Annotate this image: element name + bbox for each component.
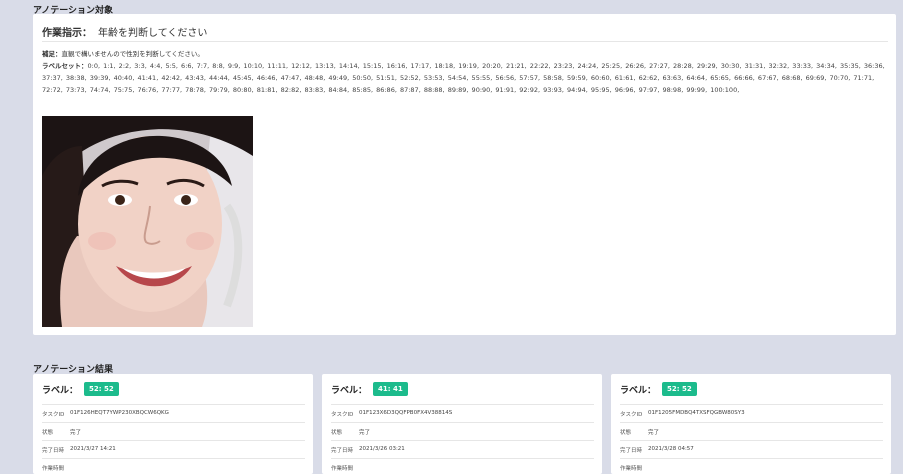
label-badge: 52: 52 (662, 382, 697, 396)
completed-value: 2021/3/27 14:21 (70, 446, 116, 452)
task-id-row: タスクID 01F123X6D3QQFPB0FX4V38814S (331, 404, 594, 419)
completed-key: 完了日時 (331, 448, 354, 454)
note-label: 補足： (42, 50, 62, 58)
status-key: 状態 (42, 430, 54, 436)
divider (42, 41, 888, 42)
status-row: 状態 完了 (42, 422, 305, 437)
completed-row: 完了日時 2021/3/26 03:21 (331, 440, 594, 455)
labelset-label: ラベルセット： (42, 62, 88, 70)
result-card: ラベル： 52: 52 タスクID 01F1205FMDBQ4TXSFQGBW80… (611, 374, 891, 474)
task-id-value: 01F126HEQT7YWP230XBQCW6QKG (70, 410, 169, 416)
completed-key: 完了日時 (42, 448, 65, 454)
task-id-key: タスクID (331, 412, 354, 418)
status-row: 状態 完了 (620, 422, 883, 437)
result-header: ラベル： 52: 52 (620, 382, 697, 396)
completed-row: 完了日時 2021/3/28 04:57 (620, 440, 883, 455)
task-id-key: タスクID (42, 412, 65, 418)
status-value: 完了 (70, 430, 82, 436)
result-header: ラベル： 52: 52 (42, 382, 119, 396)
task-id-row: タスクID 01F126HEQT7YWP230XBQCW6QKG (42, 404, 305, 419)
label-badge: 52: 52 (84, 382, 119, 396)
instruction-row: 作業指示： 年齢を判断してください (42, 24, 207, 39)
status-key: 状態 (620, 430, 632, 436)
task-id-value: 01F123X6D3QQFPB0FX4V38814S (359, 410, 453, 416)
status-value: 完了 (648, 430, 660, 436)
work-time-key: 作業時間 (620, 466, 643, 472)
result-card: ラベル： 52: 52 タスクID 01F126HEQT7YWP230XBQCW6… (33, 374, 313, 474)
instruction-text: 年齢を判断してください (98, 28, 208, 39)
work-time-key: 作業時間 (42, 466, 65, 472)
annotation-target-card: 作業指示： 年齢を判断してください 補足：直観で構いませんので性別を判断してくださ… (33, 14, 896, 335)
completed-value: 2021/3/28 04:57 (648, 446, 694, 452)
label-title: ラベル： (42, 385, 79, 396)
completed-row: 完了日時 2021/3/27 14:21 (42, 440, 305, 455)
label-badge: 41: 41 (373, 382, 408, 396)
result-header: ラベル： 41: 41 (331, 382, 408, 396)
task-id-key: タスクID (620, 412, 643, 418)
status-key: 状態 (331, 430, 343, 436)
label-title: ラベル： (620, 385, 657, 396)
face-portrait-icon (42, 116, 253, 327)
face-image (42, 116, 253, 327)
label-title: ラベル： (331, 385, 368, 396)
labelset-values: 0:0, 1:1, 2:2, 3:3, 4:4, 5:5, 6:6, 7:7, … (42, 62, 885, 95)
note-text: 直観で構いませんので性別を判断してください。 (61, 50, 204, 58)
work-time-key: 作業時間 (331, 466, 354, 472)
labelset: ラベルセット：0:0, 1:1, 2:2, 3:3, 4:4, 5:5, 6:6… (42, 60, 887, 97)
instruction-label: 作業指示： (42, 28, 92, 39)
task-id-value: 01F1205FMDBQ4TXSFQGBW80SY3 (648, 410, 745, 416)
note-row: 補足：直観で構いませんので性別を判断してください。 (42, 48, 204, 58)
task-id-row: タスクID 01F1205FMDBQ4TXSFQGBW80SY3 (620, 404, 883, 419)
status-row: 状態 完了 (331, 422, 594, 437)
completed-key: 完了日時 (620, 448, 643, 454)
completed-value: 2021/3/26 03:21 (359, 446, 405, 452)
result-card: ラベル： 41: 41 タスクID 01F123X6D3QQFPB0FX4V388… (322, 374, 602, 474)
status-value: 完了 (359, 430, 371, 436)
